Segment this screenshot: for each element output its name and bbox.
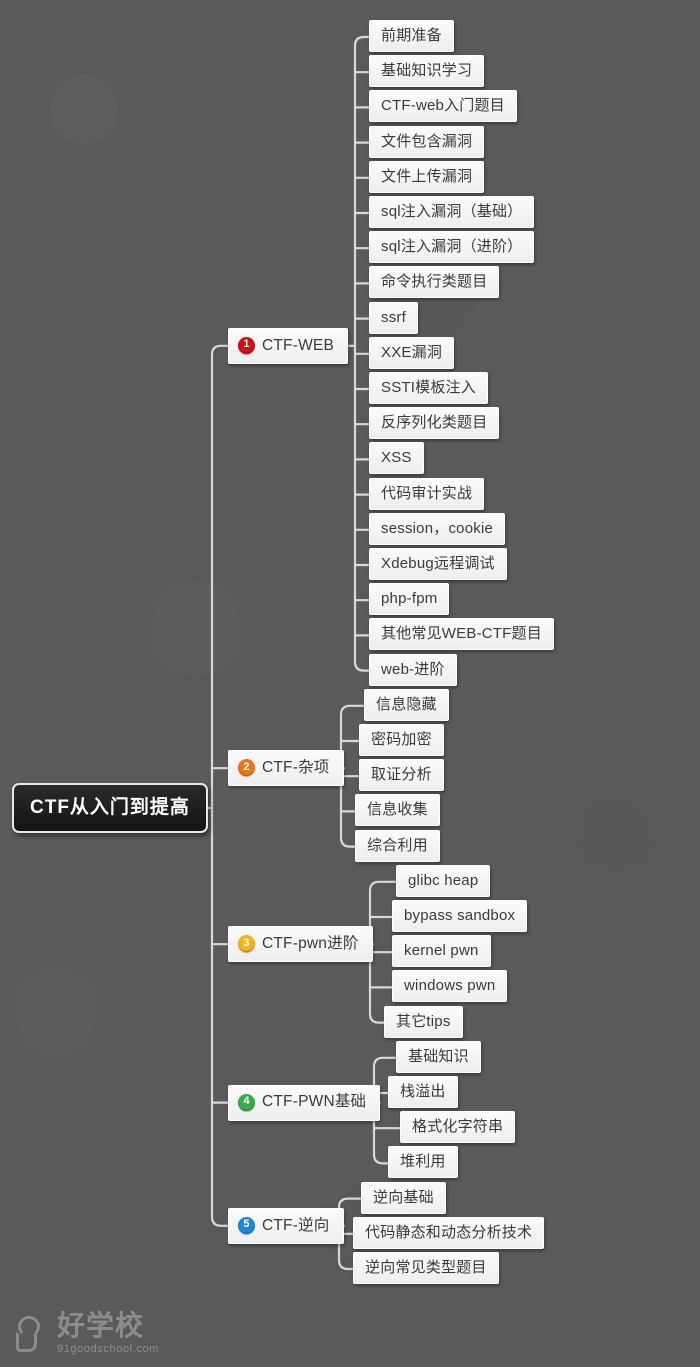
leaf-node[interactable]: Xdebug远程调试 (369, 548, 507, 580)
leaf-node[interactable]: 堆利用 (388, 1146, 458, 1179)
leaf-node-label: web-进阶 (381, 660, 445, 678)
leaf-node-label: 信息收集 (367, 801, 428, 819)
leaf-node[interactable]: 逆向常见类型题目 (353, 1252, 499, 1284)
branch-number-badge: 5 (238, 1216, 255, 1234)
leaf-node-label: 命令执行类题目 (381, 273, 488, 291)
leaf-node[interactable]: glibc heap (396, 864, 491, 897)
leaf-node[interactable]: php-fpm (369, 583, 450, 616)
leaf-node[interactable]: 综合利用 (355, 829, 440, 862)
leaf-node[interactable]: kernel pwn (392, 935, 491, 968)
mindmap-canvas: CTF从入门到提高 前期准备基础知识学习 CTF-web入门题目 文件包含漏洞 文件上… (0, 0, 700, 1367)
leaf-node-label: sql注入漏洞（基础） (381, 203, 523, 220)
root-node-label: CTF从入门到提高 (30, 797, 190, 818)
leaf-node-label: 前期准备 (381, 27, 442, 44)
watermark-brand: 好学校 (57, 1310, 145, 1341)
logo-icon (16, 1315, 50, 1355)
branch-number-badge: 1 (238, 336, 255, 354)
leaf-node-label: 综合利用 (367, 836, 428, 854)
leaf-node-label: 信息隐藏 (376, 695, 437, 713)
leaf-node[interactable]: session，cookie (369, 512, 506, 545)
leaf-node-label: 基础知识 (408, 1047, 469, 1065)
leaf-node-label: 反序列化类题目 (381, 414, 488, 432)
leaf-node[interactable]: windows pwn (392, 970, 508, 1003)
branch-node-1[interactable]: 1 CTF-WEB (228, 327, 348, 364)
leaf-node[interactable]: 基础知识 (396, 1040, 481, 1073)
leaf-node[interactable]: 栈溢出 (388, 1076, 458, 1108)
leaf-node-label: 代码审计实战 (381, 484, 473, 502)
leaf-node[interactable]: XXE漏洞 (369, 336, 455, 369)
branch-number-badge: 4 (238, 1093, 255, 1111)
leaf-node-label: php-fpm (381, 590, 438, 608)
branch-node-label: CTF-逆向 (262, 1216, 330, 1234)
leaf-node[interactable]: sql注入漏洞（进阶） (369, 231, 535, 264)
leaf-node-label: 文件包含漏洞 (381, 132, 473, 150)
leaf-node-label: 其他常见WEB-CTF题目 (381, 625, 542, 643)
leaf-node[interactable]: 命令执行类题目 (369, 266, 500, 299)
branch-number-badge: 3 (238, 935, 255, 953)
leaf-node-label: 文件上传漏洞 (381, 167, 473, 185)
leaf-node-label: session，cookie (381, 519, 494, 537)
leaf-node-label: Xdebug远程调试 (381, 555, 495, 572)
leaf-node[interactable]: 文件上传漏洞 (369, 160, 485, 193)
leaf-node[interactable]: 逆向基础 (361, 1181, 446, 1214)
leaf-node[interactable]: 信息收集 (355, 794, 440, 827)
leaf-node[interactable]: bypass sandbox (392, 900, 528, 932)
leaf-node-label: ssrf (381, 308, 406, 326)
leaf-node[interactable]: 前期准备 (369, 20, 454, 52)
leaf-node-label: XXE漏洞 (381, 343, 443, 361)
branch-node-5[interactable]: 5 CTF-逆向 (228, 1207, 344, 1244)
branch-node-label: CTF-杂项 (262, 758, 330, 776)
leaf-node[interactable]: 代码审计实战 (369, 477, 485, 510)
leaf-node[interactable]: sql注入漏洞（基础） (369, 196, 535, 228)
watermark-url: 91goodschool.com (57, 1343, 159, 1355)
leaf-node[interactable]: 信息隐藏 (364, 688, 449, 721)
root-node[interactable]: CTF从入门到提高 (12, 783, 208, 833)
leaf-node[interactable]: SSTI模板注入 (369, 372, 488, 404)
leaf-node-label: windows pwn (404, 977, 496, 995)
leaf-node[interactable]: XSS (369, 442, 424, 475)
leaf-node-label: 逆向常见类型题目 (365, 1259, 487, 1276)
leaf-node[interactable]: CTF-web入门题目 (369, 90, 517, 123)
leaf-node-label: CTF-web入门题目 (381, 97, 505, 115)
leaf-node[interactable]: 代码静态和动态分析技术 (353, 1216, 545, 1249)
watermark: 好学校 91goodschool.com (16, 1312, 159, 1355)
leaf-node[interactable]: 取证分析 (359, 759, 444, 792)
branch-node-2[interactable]: 2 CTF-杂项 (228, 750, 344, 787)
leaf-node-label: kernel pwn (404, 942, 479, 960)
leaf-node[interactable]: ssrf (369, 301, 418, 334)
leaf-node-label: 基础知识学习 (381, 62, 473, 80)
leaf-node-label: 密码加密 (371, 731, 432, 748)
connector-lines (206, 35, 402, 1271)
leaf-node[interactable]: 其它tips (384, 1005, 463, 1038)
leaf-node-label: sql注入漏洞（进阶） (381, 238, 523, 256)
leaf-node-label: 堆利用 (400, 1153, 446, 1171)
leaf-node-label: XSS (381, 449, 412, 467)
leaf-node[interactable]: 基础知识学习 (369, 55, 485, 88)
leaf-node[interactable]: 反序列化类题目 (369, 407, 500, 440)
leaf-node-label: bypass sandbox (404, 907, 516, 924)
branch-number-badge: 2 (238, 759, 255, 777)
leaf-node-label: 逆向基础 (373, 1188, 434, 1206)
leaf-node[interactable]: 格式化字符串 (400, 1111, 516, 1144)
leaf-node-label: SSTI模板注入 (381, 379, 476, 396)
branch-node-label: CTF-WEB (262, 336, 334, 354)
branch-node-4[interactable]: 4 CTF-PWN基础 (228, 1084, 381, 1121)
leaf-node[interactable]: 密码加密 (359, 724, 444, 756)
leaf-node[interactable]: web-进阶 (369, 653, 457, 686)
leaf-node-label: glibc heap (408, 871, 479, 889)
leaf-node[interactable]: 其他常见WEB-CTF题目 (369, 618, 554, 651)
leaf-node-label: 格式化字符串 (412, 1118, 504, 1136)
leaf-node-label: 取证分析 (371, 766, 432, 784)
leaf-node-label: 代码静态和动态分析技术 (365, 1223, 533, 1241)
branch-node-label: CTF-pwn进阶 (262, 934, 359, 952)
leaf-node-label: 栈溢出 (400, 1083, 446, 1100)
leaf-node[interactable]: 文件包含漏洞 (369, 125, 485, 158)
leaf-node-label: 其它tips (396, 1012, 451, 1030)
branch-node-label: CTF-PWN基础 (262, 1093, 367, 1111)
branch-node-3[interactable]: 3 CTF-pwn进阶 (228, 926, 373, 963)
